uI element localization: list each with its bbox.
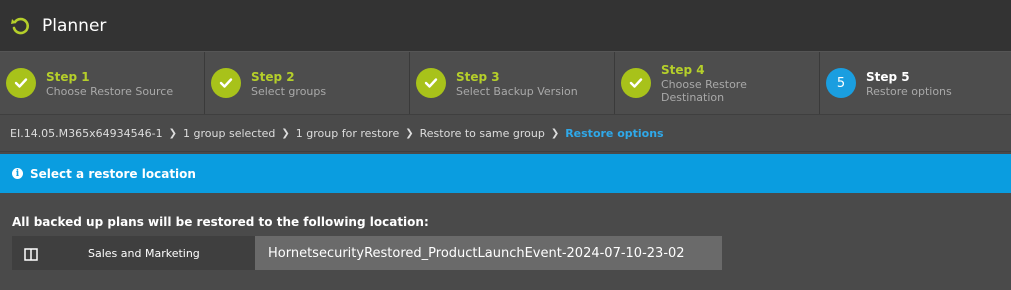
step-description: Select groups (251, 84, 327, 98)
step-number: Step 1 (46, 69, 90, 84)
step-2[interactable]: Step 2 Select groups (205, 52, 410, 114)
location-row: Sales and Marketing HornetsecurityRestor… (12, 236, 1011, 270)
step-description: Choose Restore Source (46, 84, 174, 98)
info-banner-text: Select a restore location (30, 166, 196, 181)
info-banner: i Select a restore location (0, 154, 1011, 193)
source-group-cell: Sales and Marketing (12, 236, 255, 270)
info-icon: i (12, 168, 23, 179)
step-number: Step 3 (456, 69, 500, 84)
step-description: Choose Restore Destination (661, 78, 747, 104)
wizard-steps: Step 1 Choose Restore Source Step 2 Sele… (0, 52, 1011, 115)
check-icon (6, 68, 36, 98)
refresh-icon[interactable] (10, 16, 30, 36)
target-location-field[interactable]: HornetsecurityRestored_ProductLaunchEven… (255, 236, 722, 270)
breadcrumb-item[interactable]: EI.14.05.M365x64934546-1 (10, 127, 163, 140)
check-icon (211, 68, 241, 98)
restore-location-section: All backed up plans will be restored to … (0, 193, 1011, 270)
breadcrumb-item[interactable]: 1 group for restore (296, 127, 399, 140)
page-title: Planner (42, 15, 107, 36)
step-3[interactable]: Step 3 Select Backup Version (410, 52, 615, 114)
check-icon (416, 68, 446, 98)
breadcrumb-item[interactable]: Restore to same group (420, 127, 545, 140)
step-4[interactable]: Step 4 Choose Restore Destination (615, 52, 820, 114)
group-icon (24, 246, 38, 261)
check-icon (621, 68, 651, 98)
step-number: Step 2 (251, 69, 295, 84)
breadcrumb-item[interactable]: 1 group selected (183, 127, 275, 140)
step-number: Step 5 (866, 69, 910, 84)
app-header: Planner (0, 0, 1011, 52)
breadcrumb-current: Restore options (565, 126, 664, 140)
step-5[interactable]: 5 Step 5 Restore options (820, 52, 1011, 114)
step-badge: 5 (826, 68, 856, 98)
step-1[interactable]: Step 1 Choose Restore Source (0, 52, 205, 114)
chevron-right-icon: ❯ (550, 127, 560, 139)
source-group-name: Sales and Marketing (88, 246, 200, 260)
chevron-right-icon: ❯ (281, 127, 290, 139)
chevron-right-icon: ❯ (168, 127, 178, 139)
breadcrumb: EI.14.05.M365x64934546-1 ❯ 1 group selec… (0, 115, 1011, 152)
step-description: Select Backup Version (456, 84, 578, 98)
chevron-right-icon: ❯ (405, 127, 414, 139)
step-number: Step 4 (661, 63, 705, 77)
section-label: All backed up plans will be restored to … (12, 215, 429, 229)
step-description: Restore options (866, 84, 952, 98)
